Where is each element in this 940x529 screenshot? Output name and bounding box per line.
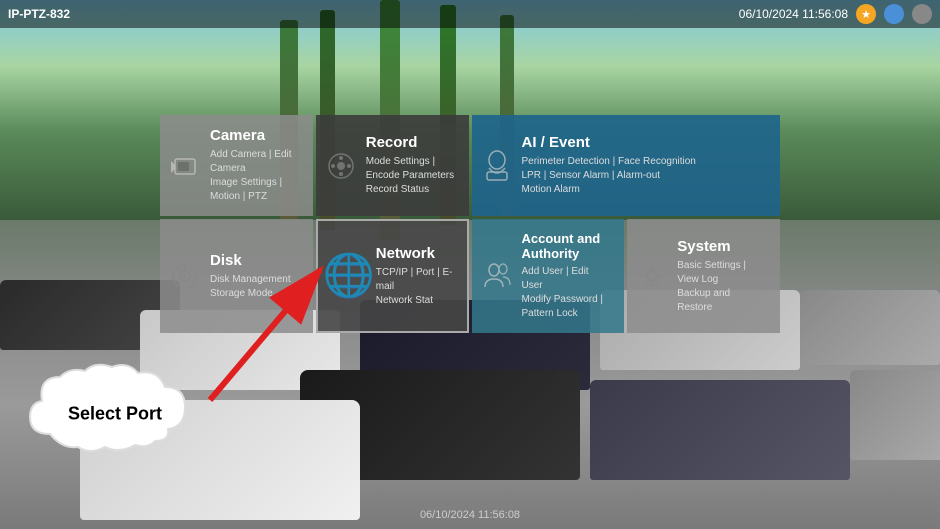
system-icon bbox=[637, 261, 667, 291]
account-icon bbox=[482, 261, 512, 291]
dot-blue-icon bbox=[884, 4, 904, 24]
account-title: Account and Authority bbox=[522, 231, 611, 261]
ai-icon bbox=[482, 151, 512, 181]
ai-subtitle: Perimeter Detection | Face Recognition L… bbox=[522, 155, 767, 197]
dot-gray-icon bbox=[912, 4, 932, 24]
car-6 bbox=[590, 380, 850, 480]
star-icon: ★ bbox=[856, 4, 876, 24]
device-id: IP-PTZ-832 bbox=[8, 7, 70, 21]
account-subtitle: Add User | Edit User Modify Password | P… bbox=[522, 265, 611, 321]
camera-icon bbox=[170, 151, 200, 181]
menu-system[interactable]: System Basic Settings | View Log Backup … bbox=[627, 219, 780, 333]
car-5 bbox=[800, 290, 940, 365]
record-icon bbox=[326, 151, 356, 181]
system-subtitle: Basic Settings | View Log Backup and Res… bbox=[677, 259, 766, 315]
system-title: System bbox=[677, 238, 766, 255]
ai-title: AI / Event bbox=[522, 134, 767, 151]
record-subtitle: Mode Settings | Encode Parameters Record… bbox=[366, 155, 455, 197]
timestamp: 06/10/2024 11:56:08 bbox=[739, 7, 848, 21]
menu-camera[interactable]: Camera Add Camera | Edit Camera Image Se… bbox=[160, 115, 313, 216]
camera-subtitle: Add Camera | Edit Camera Image Settings … bbox=[210, 148, 299, 204]
camera-title: Camera bbox=[210, 127, 299, 144]
record-title: Record bbox=[366, 134, 455, 151]
menu-record[interactable]: Record Mode Settings | Encode Parameters… bbox=[316, 115, 469, 216]
top-bar: IP-PTZ-832 06/10/2024 11:56:08 ★ bbox=[0, 0, 940, 28]
top-bar-right: 06/10/2024 11:56:08 ★ bbox=[739, 4, 932, 24]
bottom-timestamp: 06/10/2024 11:56:08 bbox=[420, 509, 520, 521]
menu-account[interactable]: Account and Authority Add User | Edit Us… bbox=[472, 219, 625, 333]
callout-text: Select Port bbox=[68, 404, 162, 425]
callout-bubble: Select Port bbox=[20, 359, 210, 469]
menu-ai-event[interactable]: AI / Event Perimeter Detection | Face Re… bbox=[472, 115, 781, 216]
car-7 bbox=[850, 370, 940, 460]
